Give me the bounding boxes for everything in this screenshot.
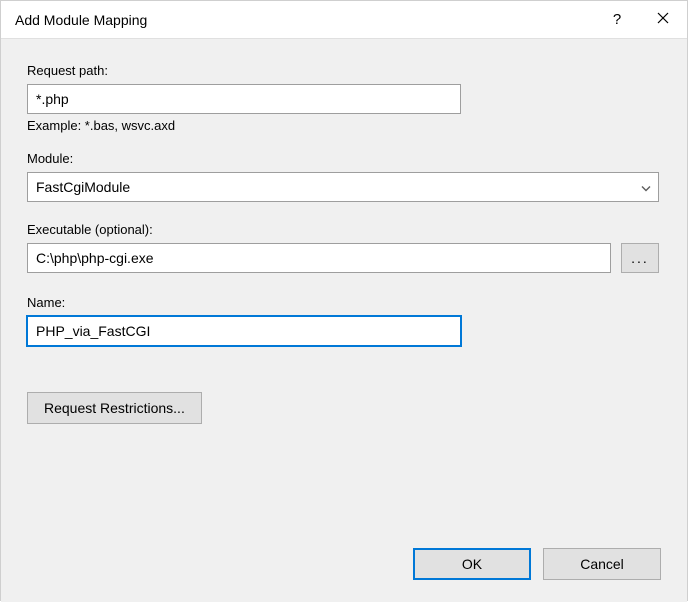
executable-input[interactable] xyxy=(27,243,611,273)
help-icon: ? xyxy=(613,11,621,28)
dialog-content: Request path: Example: *.bas, wsvc.axd M… xyxy=(1,39,687,602)
help-button[interactable]: ? xyxy=(595,1,639,39)
request-path-input[interactable] xyxy=(27,84,461,114)
name-input[interactable] xyxy=(27,316,461,346)
close-icon xyxy=(657,11,669,28)
request-path-group: Request path: Example: *.bas, wsvc.axd xyxy=(27,63,661,133)
cancel-button[interactable]: Cancel xyxy=(543,548,661,580)
dialog-footer: OK Cancel xyxy=(413,548,661,580)
name-label: Name: xyxy=(27,295,661,310)
request-restrictions-button[interactable]: Request Restrictions... xyxy=(27,392,202,424)
ok-button[interactable]: OK xyxy=(413,548,531,580)
close-button[interactable] xyxy=(639,1,687,39)
request-path-hint: Example: *.bas, wsvc.axd xyxy=(27,118,661,133)
module-combo[interactable]: FastCgiModule xyxy=(27,172,659,202)
executable-label: Executable (optional): xyxy=(27,222,661,237)
window-title: Add Module Mapping xyxy=(15,12,595,28)
name-group xyxy=(27,316,661,346)
browse-button[interactable]: ... xyxy=(621,243,659,273)
request-path-label: Request path: xyxy=(27,63,661,78)
module-combo-value: FastCgiModule xyxy=(36,179,130,195)
executable-row: ... xyxy=(27,243,661,273)
module-label: Module: xyxy=(27,151,661,166)
module-combo-wrap: FastCgiModule xyxy=(27,172,659,202)
titlebar: Add Module Mapping ? xyxy=(1,1,687,39)
